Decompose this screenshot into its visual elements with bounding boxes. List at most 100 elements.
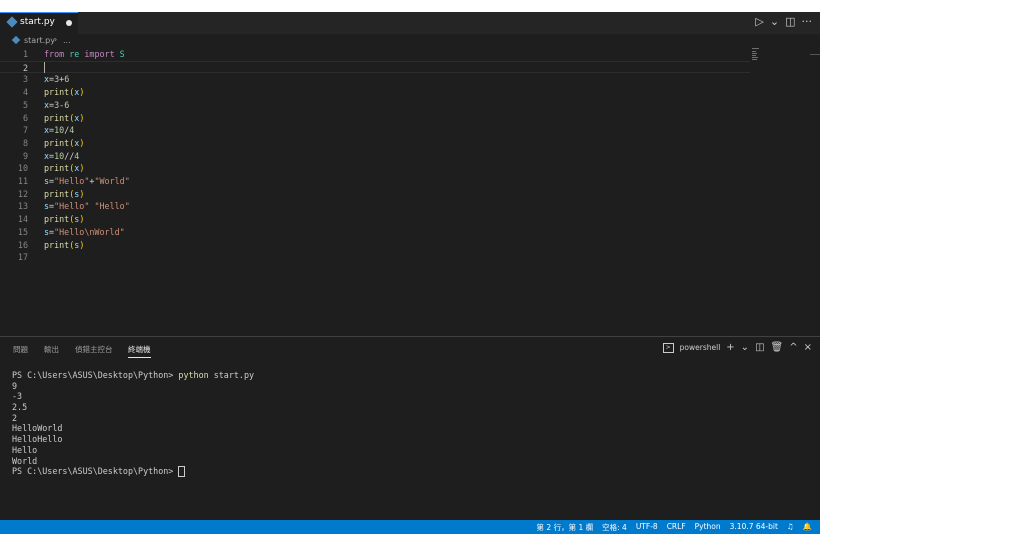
code-line[interactable]: 13 s="Hello" "Hello" <box>0 200 750 213</box>
terminal-line: 2 <box>12 412 18 423</box>
line-number: 7 <box>22 125 28 136</box>
code-line[interactable]: 3 x=3+6 <box>0 73 750 86</box>
code-line[interactable]: 6 print(x) <box>0 112 750 125</box>
line-number: 12 <box>17 188 28 199</box>
code-line[interactable]: 7 x=10/4 <box>0 124 750 137</box>
add-terminal-icon[interactable]: + <box>726 342 734 353</box>
code-line[interactable]: 14 print(s) <box>0 213 750 226</box>
editor-tab-start-py[interactable]: start.py <box>0 12 78 34</box>
terminal-line: World <box>12 455 38 466</box>
text-cursor <box>44 61 45 73</box>
status-encoding[interactable]: UTF-8 <box>636 522 658 533</box>
feedback-icon[interactable]: ♫ <box>787 522 794 533</box>
code-text: x=3+6 <box>44 74 70 85</box>
code-line[interactable]: 5 x=3-6 <box>0 99 750 112</box>
code-line[interactable]: 9 x=10//4 <box>0 150 750 163</box>
terminal-line: PS C:\Users\ASUS\Desktop\Python> <box>12 466 254 478</box>
code-text: x=10/4 <box>44 125 75 136</box>
code-line[interactable]: 4 print(x) <box>0 86 750 99</box>
code-line[interactable]: 15 s="Hello\nWorld" <box>0 226 750 239</box>
chevron-right-icon: › <box>54 35 58 44</box>
notifications-bell-icon[interactable]: 🔔 <box>803 522 812 533</box>
status-cursor-position[interactable]: 第 2 行，第 1 欄 <box>537 522 594 533</box>
code-line[interactable]: 8 print(x) <box>0 137 750 150</box>
terminal-line: 2.5 <box>12 402 28 413</box>
code-editor[interactable]: 1 from re import S 2 3 x=3+6 4 print(x) … <box>0 48 820 336</box>
status-indentation[interactable]: 空格: 4 <box>602 522 627 533</box>
panel-actions: > powershell + ⌄ ◫ 🗑 ^ × <box>662 342 812 353</box>
terminal-line: HelloHello <box>12 434 63 445</box>
tab-output[interactable]: 輸出 <box>44 344 59 355</box>
line-number: 17 <box>17 252 28 263</box>
code-text: x=10//4 <box>44 150 80 161</box>
minimap[interactable] <box>752 48 768 64</box>
code-line[interactable]: 16 print(s) <box>0 239 750 252</box>
unsaved-dot-icon[interactable] <box>66 20 72 26</box>
line-number: 11 <box>17 176 28 186</box>
line-number: 16 <box>17 239 28 250</box>
code-text: s="Hello"+"World" <box>44 176 130 186</box>
split-terminal-icon[interactable]: ◫ <box>755 342 764 353</box>
code-text: s="Hello\nWorld" <box>44 226 125 237</box>
code-text: print(x) <box>44 112 85 123</box>
tab-debug-console[interactable]: 偵錯主控台 <box>75 344 113 355</box>
tab-bar: start.py ▷ ⌄ ◫ ··· <box>0 12 820 34</box>
line-number: 9 <box>22 150 28 161</box>
python-file-icon <box>11 35 21 45</box>
tab-problems[interactable]: 問題 <box>13 344 28 355</box>
code-line[interactable]: 1 from re import S <box>0 48 750 61</box>
tab-label: start.py <box>20 17 55 27</box>
breadcrumb-symbols[interactable]: ... <box>63 36 71 45</box>
line-number: 14 <box>17 214 28 225</box>
code-text: x=3-6 <box>44 99 70 110</box>
status-eol[interactable]: CRLF <box>667 522 686 533</box>
terminal-icon: > <box>662 342 674 353</box>
line-number: 6 <box>22 112 28 123</box>
breadcrumb-file[interactable]: start.py <box>24 36 55 45</box>
terminal-line: PS C:\Users\ASUS\Desktop\Python> python … <box>12 370 255 380</box>
terminal-line: Hello <box>12 444 38 455</box>
maximize-panel-icon[interactable]: ^ <box>789 342 797 353</box>
terminal-line: 9 <box>12 380 18 391</box>
code-line-current[interactable]: 2 <box>0 60 750 74</box>
python-file-icon <box>6 16 18 28</box>
code-text: print(x) <box>44 137 85 148</box>
split-editor-icon[interactable]: ◫ <box>785 15 795 29</box>
terminal-name[interactable]: powershell <box>680 343 721 352</box>
tab-terminal[interactable]: 終端機 <box>128 344 151 358</box>
terminal-line: -3 <box>12 391 23 402</box>
code-line[interactable]: 11 s="Hello"+"World" <box>0 175 750 188</box>
code-line[interactable]: 10 print(x) <box>0 162 750 175</box>
code-line[interactable]: 17 <box>0 251 750 264</box>
code-line[interactable]: 12 print(s) <box>0 188 750 201</box>
line-number: 1 <box>22 49 28 59</box>
editor-actions: ▷ ⌄ ◫ ··· <box>755 15 812 29</box>
code-text: print(s) <box>44 239 85 250</box>
line-number: 4 <box>22 87 28 98</box>
more-actions-icon[interactable]: ··· <box>802 15 813 29</box>
code-text: print(x) <box>44 87 85 98</box>
breadcrumb: start.py › ... <box>0 34 820 48</box>
line-number: 8 <box>22 137 28 148</box>
status-language[interactable]: Python <box>695 522 721 533</box>
run-dropdown-icon[interactable]: ⌄ <box>770 15 779 29</box>
code-text: print(s) <box>44 188 85 199</box>
terminal-line: HelloWorld <box>12 423 63 434</box>
code-text: from re import S <box>44 49 125 59</box>
vscode-window: start.py ▷ ⌄ ◫ ··· start.py › ... 1 from… <box>0 12 820 534</box>
close-panel-icon[interactable]: × <box>804 342 812 353</box>
status-interpreter[interactable]: 3.10.7 64-bit <box>730 522 778 533</box>
bottom-panel: 問題 輸出 偵錯主控台 終端機 > powershell + ⌄ ◫ 🗑 ^ ×… <box>0 336 820 521</box>
status-bar: 第 2 行，第 1 欄 空格: 4 UTF-8 CRLF Python 3.10… <box>0 520 820 534</box>
line-number: 10 <box>17 163 28 174</box>
trash-icon[interactable]: 🗑 <box>771 342 784 353</box>
terminal-cursor <box>178 466 186 478</box>
run-icon[interactable]: ▷ <box>755 15 763 29</box>
line-number: 3 <box>22 74 28 85</box>
terminal-output[interactable]: PS C:\Users\ASUS\Desktop\Python> python … <box>12 370 255 478</box>
line-number: 15 <box>17 226 28 237</box>
code-text: print(s) <box>44 214 85 225</box>
add-terminal-dropdown-icon[interactable]: ⌄ <box>741 342 749 353</box>
line-number: 5 <box>22 99 28 110</box>
code-text: print(x) <box>44 163 85 174</box>
